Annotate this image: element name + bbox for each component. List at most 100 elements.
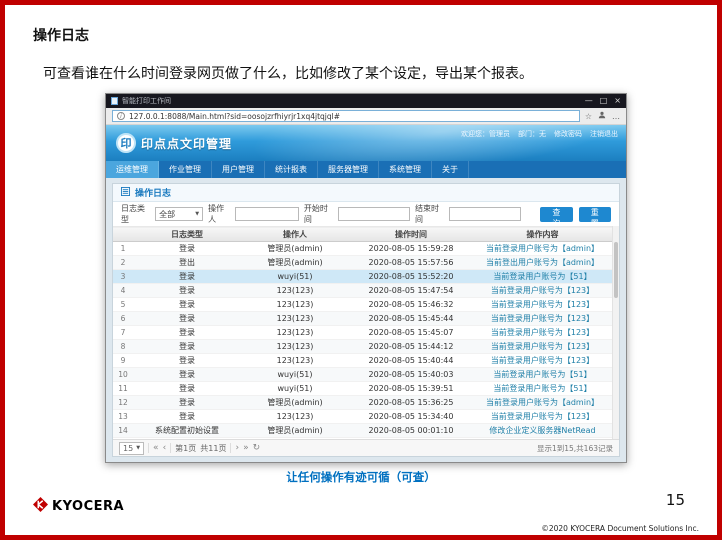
- search-button[interactable]: 查询: [540, 207, 572, 222]
- start-time-label: 开始时间: [304, 203, 333, 225]
- first-page-icon[interactable]: «: [153, 444, 159, 453]
- table-row[interactable]: 6登录123(123)2020-08-05 15:45:44当前登录用户账号为【…: [113, 312, 612, 326]
- column-header[interactable]: 日志类型: [133, 227, 241, 242]
- log-table-wrap: 日志类型操作人操作时间操作内容 1登录管理员(admin)2020-08-05 …: [113, 226, 619, 439]
- log-type-cell: 登录: [133, 368, 241, 382]
- kyocera-logo: KYOCERA: [33, 497, 124, 516]
- log-type-cell: 登录: [133, 312, 241, 326]
- copyright-text: ©2020 KYOCERA Document Solutions Inc.: [541, 524, 699, 533]
- time-cell: 2020-08-05 15:39:51: [349, 382, 473, 396]
- row-index: 14: [113, 424, 133, 438]
- app-logo: 印 印点点文印管理: [116, 133, 232, 153]
- row-index: 2: [113, 256, 133, 270]
- log-type-label: 日志类型: [121, 203, 150, 225]
- nav-tab-4[interactable]: 统计报表: [265, 161, 318, 178]
- logo-icon: 印: [116, 133, 136, 153]
- table-row[interactable]: 4登录123(123)2020-08-05 15:47:54当前登录用户账号为【…: [113, 284, 612, 298]
- row-index: 5: [113, 298, 133, 312]
- time-cell: 2020-08-05 15:47:54: [349, 284, 473, 298]
- time-cell: 2020-08-05 15:52:20: [349, 270, 473, 284]
- row-index: 4: [113, 284, 133, 298]
- slogan-text: 让任何操作有迹可循（可查）: [5, 469, 717, 485]
- table-row[interactable]: 12登录管理员(admin)2020-08-05 15:36:25当前登录用户账…: [113, 396, 612, 410]
- table-row[interactable]: 14系统配置初始设置管理员(admin)2020-08-05 00:01:10修…: [113, 424, 612, 438]
- time-cell: 2020-08-05 15:45:07: [349, 326, 473, 340]
- nav-tab-7[interactable]: 关于: [432, 161, 469, 178]
- start-time-input[interactable]: [338, 207, 410, 221]
- table-scrollbar[interactable]: [612, 226, 619, 439]
- browser-toolbar-icons: ☆ …: [585, 111, 620, 121]
- nav-tab-1[interactable]: 运维管理: [106, 161, 159, 178]
- time-cell: 2020-08-05 15:46:32: [349, 298, 473, 312]
- table-row[interactable]: 9登录123(123)2020-08-05 15:40:44当前登录用户账号为【…: [113, 354, 612, 368]
- address-bar[interactable]: i 127.0.0.1:8088/Main.html?sid=oosojzrfh…: [112, 110, 580, 122]
- refresh-icon[interactable]: ↻: [253, 444, 261, 453]
- operator-cell: 管理员(admin): [241, 256, 349, 270]
- reset-button[interactable]: 重置: [579, 207, 611, 222]
- table-row[interactable]: 5登录123(123)2020-08-05 15:46:32当前登录用户账号为【…: [113, 298, 612, 312]
- nav-tab-6[interactable]: 系统管理: [379, 161, 432, 178]
- operator-cell: 管理员(admin): [241, 424, 349, 438]
- row-index: 3: [113, 270, 133, 284]
- log-type-cell: 登录: [133, 270, 241, 284]
- column-header[interactable]: 操作时间: [349, 227, 473, 242]
- page-size-value: 15: [123, 444, 133, 453]
- divider: [230, 443, 231, 453]
- column-header[interactable]: 操作内容: [473, 227, 612, 242]
- time-cell: 2020-08-05 00:01:10: [349, 424, 473, 438]
- filter-bar: 日志类型 全部 ▼ 操作人 开始时间 结束时间 查询 重置: [113, 202, 619, 226]
- favorites-star-icon[interactable]: ☆: [585, 112, 592, 121]
- table-row[interactable]: 11登录wuyi(51)2020-08-05 15:39:51当前登录用户账号为…: [113, 382, 612, 396]
- nav-tab-2[interactable]: 作业管理: [159, 161, 212, 178]
- table-row[interactable]: 2登出管理员(admin)2020-08-05 15:57:56当前登出用户账号…: [113, 256, 612, 270]
- site-info-icon[interactable]: i: [117, 112, 125, 120]
- divider: [170, 443, 171, 453]
- log-panel: 操作日志 日志类型 全部 ▼ 操作人 开始时间 结束时间 查询: [112, 183, 620, 457]
- time-cell: 2020-08-05 15:45:44: [349, 312, 473, 326]
- log-type-cell: 登出: [133, 256, 241, 270]
- log-type-cell: 登录: [133, 396, 241, 410]
- table-row[interactable]: 8登录123(123)2020-08-05 15:44:12当前登录用户账号为【…: [113, 340, 612, 354]
- last-page-icon[interactable]: »: [243, 444, 249, 453]
- scrollbar-thumb[interactable]: [614, 242, 618, 298]
- table-row[interactable]: 1登录管理员(admin)2020-08-05 15:59:28当前登录用户账号…: [113, 242, 612, 256]
- slide: 操作日志 可查看谁在什么时间登录网页做了什么，比如修改了某个设定，导出某个报表。…: [0, 0, 722, 540]
- next-page-icon[interactable]: ›: [235, 444, 239, 453]
- operator-cell: 123(123): [241, 312, 349, 326]
- log-type-select[interactable]: 全部 ▼: [155, 207, 203, 221]
- table-row[interactable]: 3登录wuyi(51)2020-08-05 15:52:20当前登录用户账号为【…: [113, 270, 612, 284]
- column-header[interactable]: 操作人: [241, 227, 349, 242]
- time-cell: 2020-08-05 15:40:44: [349, 354, 473, 368]
- row-index: 12: [113, 396, 133, 410]
- table-row[interactable]: 13登录123(123)2020-08-05 15:34:40当前登录用户账号为…: [113, 410, 612, 424]
- url-text[interactable]: 127.0.0.1:8088/Main.html?sid=oosojzrfhiy…: [129, 112, 340, 121]
- end-time-input[interactable]: [449, 207, 521, 221]
- browser-tab-title: 智能打印工作间: [122, 96, 581, 106]
- row-index: 13: [113, 410, 133, 424]
- profile-icon[interactable]: [598, 111, 606, 121]
- content-cell: 当前登录用户账号为【123】: [473, 340, 612, 354]
- close-icon[interactable]: ×: [614, 97, 621, 105]
- time-cell: 2020-08-05 15:59:28: [349, 242, 473, 256]
- nav-tab-3[interactable]: 用户管理: [212, 161, 265, 178]
- table-row[interactable]: 10登录wuyi(51)2020-08-05 15:40:03当前登录用户账号为…: [113, 368, 612, 382]
- minimize-icon[interactable]: —: [585, 97, 593, 105]
- slide-description: 可查看谁在什么时间登录网页做了什么，比如修改了某个设定，导出某个报表。: [43, 63, 533, 83]
- more-menu-icon[interactable]: …: [612, 112, 620, 121]
- operator-cell: wuyi(51): [241, 270, 349, 284]
- operator-input[interactable]: [235, 207, 299, 221]
- log-type-cell: 登录: [133, 298, 241, 312]
- browser-titlebar: 智能打印工作间 — □ ×: [106, 94, 626, 108]
- change-password-link[interactable]: 修改密码: [554, 129, 582, 139]
- logout-link[interactable]: 注销退出: [590, 129, 618, 139]
- content-area: 操作日志 日志类型 全部 ▼ 操作人 开始时间 结束时间 查询: [106, 178, 626, 462]
- time-cell: 2020-08-05 15:44:12: [349, 340, 473, 354]
- nav-tab-5[interactable]: 服务器管理: [318, 161, 379, 178]
- content-cell: 当前登录用户账号为【51】: [473, 368, 612, 382]
- table-row[interactable]: 7登录123(123)2020-08-05 15:45:07当前登录用户账号为【…: [113, 326, 612, 340]
- log-type-cell: 登录: [133, 382, 241, 396]
- row-index: 1: [113, 242, 133, 256]
- page-size-select[interactable]: 15 ▼: [119, 442, 144, 455]
- maximize-icon[interactable]: □: [600, 97, 608, 105]
- prev-page-icon[interactable]: ‹: [163, 444, 167, 453]
